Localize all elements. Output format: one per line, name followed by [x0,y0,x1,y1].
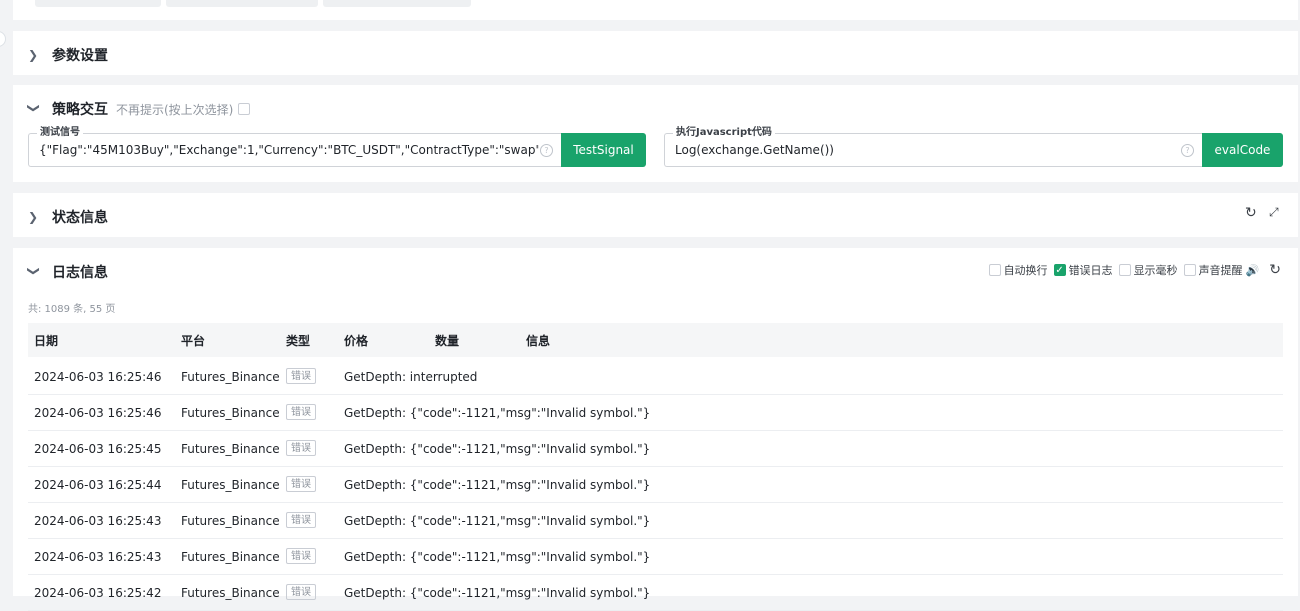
eval-code-label: 执行Javascript代码 [673,126,775,140]
table-row: 2024-06-03 16:25:46 Futures_Binance 错误 GetD… [28,395,1283,431]
chevron-right-icon[interactable]: ❯ [28,210,46,224]
error-log-label[interactable]: 错误日志 [1069,262,1113,278]
col-amount: 数量 [435,334,460,348]
help-icon[interactable]: ? [1181,144,1194,157]
eval-code-field[interactable]: 执行Javascript代码 Log(exchange.GetName()) ? [664,126,1202,167]
log-platform: Futures_Binance [181,442,280,456]
no-prompt-hint: 不再提示(按上次选择) [116,102,234,117]
fullscreen-icon[interactable]: ⤢ [1269,205,1279,220]
eval-code-button[interactable]: evalCode [1202,133,1283,167]
log-info: GetDepth: {"code":-1121,"msg":"Invalid s… [344,550,651,564]
currency-tag [323,0,471,7]
col-platform: 平台 [181,334,206,348]
log-type-badge: 错误 [286,440,316,456]
auto-wrap-checkbox[interactable] [988,264,1001,276]
eval-code-input[interactable]: Log(exchange.GetName()) [675,143,1175,157]
table-row: 2024-06-03 16:25:43 Futures_Binance 错误 GetD… [28,539,1283,575]
section-title[interactable]: 策略交互 [52,99,108,119]
log-date: 2024-06-03 16:25:43 [34,514,162,528]
interaction-section: ❯ 策略交互 不再提示(按上次选择) 测试信号 {"Flag":"45M103B… [13,85,1298,182]
log-options: 自动换行 ✓ 错误日志 显示毫秒 声音提醒 🔊 ↻ [988,262,1281,278]
log-date: 2024-06-03 16:25:46 [34,406,162,420]
chevron-right-icon[interactable]: ❯ [28,48,46,62]
auto-wrap-label[interactable]: 自动换行 [1004,262,1048,278]
log-platform: Futures_Binance [181,370,280,384]
col-type: 类型 [286,334,311,348]
test-signal-field[interactable]: 测试信号 {"Flag":"45M103Buy","Exchange":1,"C… [28,126,561,167]
table-row: 2024-06-03 16:25:43 Futures_Binance 错误 GetD… [28,503,1283,539]
table-row: 2024-06-03 16:25:46 Futures_Binance 错误 GetD… [28,359,1283,395]
log-platform: Futures_Binance [181,514,280,528]
log-type-badge: 错误 [286,476,316,492]
log-type-badge: 错误 [286,368,316,384]
log-type-badge: 错误 [286,548,316,564]
col-price: 价格 [344,334,369,348]
table-row: 2024-06-03 16:25:42 Futures_Binance 错误 GetD… [28,575,1283,611]
log-platform: Futures_Binance [181,550,280,564]
sound-alert-label[interactable]: 声音提醒 [1199,262,1243,278]
sidebar-collapse-handle[interactable] [0,31,6,47]
speaker-icon[interactable]: 🔊 [1246,264,1260,277]
chevron-down-icon[interactable]: ❯ [27,103,41,115]
error-log-checkbox[interactable]: ✓ [1053,264,1066,276]
col-date: 日期 [34,334,59,348]
section-title[interactable]: 参数设置 [52,45,108,65]
log-type-badge: 错误 [286,584,316,600]
status-section[interactable]: ❯ 状态信息 ↻ ⤢ [13,193,1298,237]
log-date: 2024-06-03 16:25:43 [34,550,162,564]
refresh-icon[interactable]: ↻ [1269,262,1281,278]
log-info: GetDepth: {"code":-1121,"msg":"Invalid s… [344,478,651,492]
log-platform: Futures_Binance [181,406,280,420]
log-section: ❯ 日志信息 自动换行 ✓ 错误日志 显示毫秒 声音提醒 🔊 ↻ 共: 1089… [13,248,1298,611]
test-signal-label: 测试信号 [37,126,83,140]
refresh-icon[interactable]: ↻ [1245,205,1257,221]
log-date: 2024-06-03 16:25:46 [34,370,162,384]
log-type-badge: 错误 [286,404,316,420]
chevron-down-icon[interactable]: ❯ [27,266,41,278]
section-title[interactable]: 状态信息 [52,207,108,227]
test-signal-button[interactable]: TestSignal [561,133,646,167]
show-ms-label[interactable]: 显示毫秒 [1134,262,1178,278]
table-row: 2024-06-03 16:25:45 Futures_Binance 错误 GetD… [28,431,1283,467]
section-title[interactable]: 日志信息 [52,262,108,282]
log-info: GetDepth: {"code":-1121,"msg":"Invalid s… [344,586,651,600]
sound-alert-checkbox[interactable] [1183,264,1196,276]
help-icon[interactable]: ? [540,144,553,157]
top-card-fragment [13,0,1298,20]
no-prompt-checkbox[interactable] [238,103,251,115]
show-ms-checkbox[interactable] [1118,264,1131,276]
table-row: 2024-06-03 16:25:44 Futures_Binance 错误 GetD… [28,467,1283,503]
log-info: GetDepth: interrupted [344,370,478,384]
params-section[interactable]: ❯ 参数设置 [13,31,1298,75]
log-platform: Futures_Binance [181,586,280,600]
log-platform: Futures_Binance [181,478,280,492]
log-type-badge: 错误 [286,512,316,528]
col-info: 信息 [526,334,551,348]
test-signal-input[interactable]: {"Flag":"45M103Buy","Exchange":1,"Curren… [39,143,539,157]
log-date: 2024-06-03 16:25:45 [34,442,162,456]
currency-tag [166,0,318,7]
log-table-header: 日期 平台 类型 价格 数量 信息 [28,323,1283,357]
log-date: 2024-06-03 16:25:44 [34,478,162,492]
log-count: 共: 1089 条, 55 页 [28,304,116,315]
log-date: 2024-06-03 16:25:42 [34,586,162,600]
log-info: GetDepth: {"code":-1121,"msg":"Invalid s… [344,442,651,456]
currency-tag [35,0,161,7]
log-info: GetDepth: {"code":-1121,"msg":"Invalid s… [344,406,651,420]
log-info: GetDepth: {"code":-1121,"msg":"Invalid s… [344,514,651,528]
